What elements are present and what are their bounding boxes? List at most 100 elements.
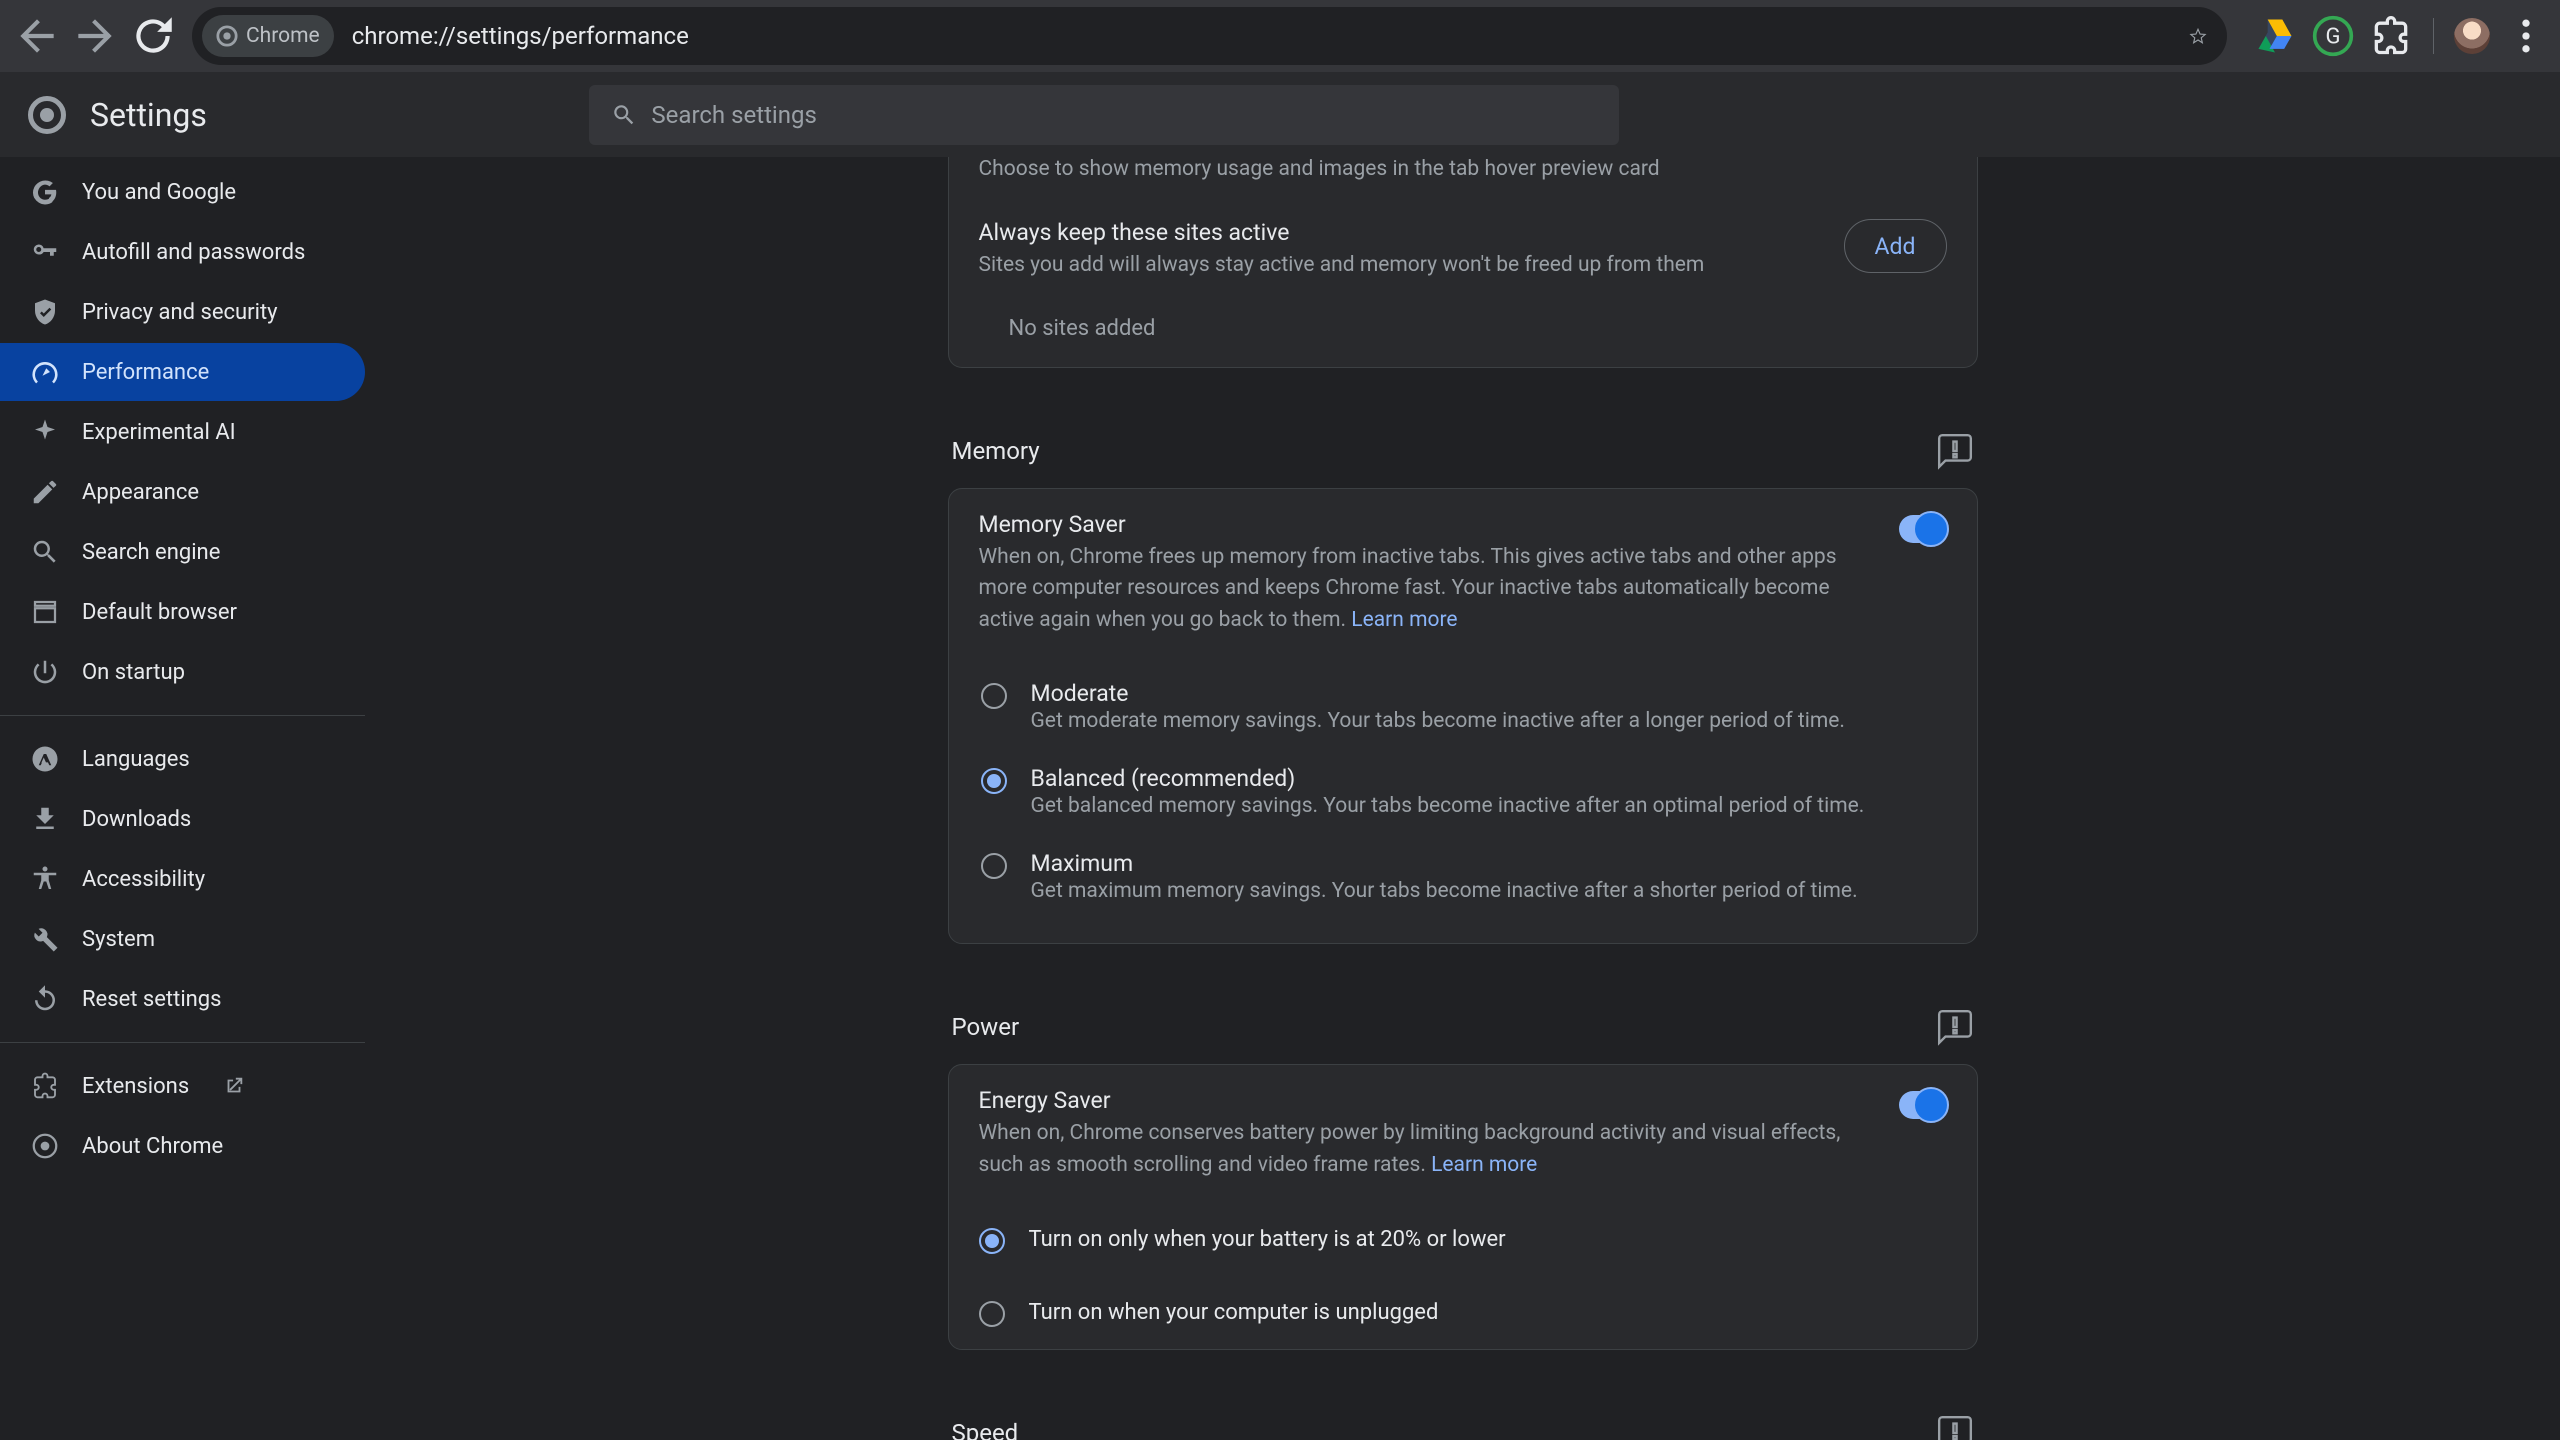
- search-icon: [611, 102, 637, 128]
- wrench-icon: [30, 924, 60, 954]
- sidebar-item-you-google[interactable]: You and Google: [0, 163, 365, 221]
- avatar[interactable]: [2454, 18, 2490, 54]
- sidebar-item-label: Privacy and security: [82, 300, 278, 325]
- kebab-menu-icon[interactable]: [2504, 14, 2548, 58]
- memory-card: Memory Saver When on, Chrome frees up me…: [948, 488, 1978, 945]
- sidebar-separator: [0, 1042, 365, 1043]
- radio-icon: [981, 683, 1007, 709]
- radio-desc: Get balanced memory savings. Your tabs b…: [1031, 794, 1865, 818]
- chrome-icon: [30, 1131, 60, 1161]
- site-chip-label: Chrome: [246, 24, 320, 48]
- forward-button[interactable]: [70, 11, 120, 61]
- radio-icon: [979, 1228, 1005, 1254]
- sidebar-item-appearance[interactable]: Appearance: [0, 463, 365, 521]
- feedback-icon[interactable]: [1936, 1008, 1974, 1046]
- external-link-icon: [223, 1075, 245, 1097]
- radio-title: Balanced (recommended): [1031, 765, 1865, 792]
- speedometer-icon: [30, 357, 60, 387]
- sidebar-item-downloads[interactable]: Downloads: [0, 790, 365, 848]
- section-memory-heading: Memory: [952, 437, 1040, 465]
- back-button[interactable]: [12, 11, 62, 61]
- sidebar-item-search-engine[interactable]: Search engine: [0, 523, 365, 581]
- memory-saver-title: Memory Saver: [979, 511, 1869, 538]
- power-card: Energy Saver When on, Chrome conserves b…: [948, 1064, 1978, 1350]
- sidebar-item-accessibility[interactable]: Accessibility: [0, 850, 365, 908]
- radio-desc: Get maximum memory savings. Your tabs be…: [1031, 879, 1858, 903]
- shield-icon: [30, 297, 60, 327]
- sidebar-item-label: Search engine: [82, 540, 220, 565]
- no-sites-text: No sites added: [949, 304, 1977, 367]
- section-power-heading: Power: [952, 1013, 1020, 1041]
- learn-more-link[interactable]: Learn more: [1431, 1153, 1537, 1177]
- search-input[interactable]: [651, 101, 1597, 129]
- sidebar-item-label: Appearance: [82, 480, 199, 505]
- search-icon: [30, 537, 60, 567]
- sidebar-item-label: Reset settings: [82, 987, 222, 1012]
- pen-icon: [30, 477, 60, 507]
- energy-saver-title: Energy Saver: [979, 1087, 1869, 1114]
- sidebar-item-label: Default browser: [82, 600, 237, 625]
- download-icon: [30, 804, 60, 834]
- sparkle-icon: [30, 417, 60, 447]
- sidebar-item-languages[interactable]: Languages: [0, 730, 365, 788]
- sidebar-item-label: System: [82, 927, 155, 952]
- tab-preview-desc: Choose to show memory usage and images i…: [949, 157, 1977, 197]
- radio-desc: Get moderate memory savings. Your tabs b…: [1031, 709, 1845, 733]
- feedback-icon[interactable]: [1936, 432, 1974, 470]
- profile-g-icon[interactable]: G: [2311, 14, 2355, 58]
- sidebar-item-default-browser[interactable]: Default browser: [0, 583, 365, 641]
- google-g-icon: [30, 177, 60, 207]
- learn-more-link[interactable]: Learn more: [1351, 608, 1457, 632]
- energy-saver-toggle[interactable]: [1899, 1091, 1947, 1119]
- reload-button[interactable]: [128, 11, 178, 61]
- memory-option-moderate[interactable]: Moderate Get moderate memory savings. Yo…: [979, 664, 1947, 749]
- add-button[interactable]: Add: [1844, 219, 1947, 273]
- search-settings[interactable]: [589, 85, 1619, 145]
- section-speed-heading: Speed: [952, 1419, 1019, 1440]
- keep-active-desc: Sites you add will always stay active an…: [979, 250, 1705, 282]
- feedback-icon[interactable]: [1936, 1414, 1974, 1440]
- page-title: Settings: [90, 96, 207, 134]
- extensions-icon[interactable]: [2369, 14, 2413, 58]
- keep-active-title: Always keep these sites active: [979, 219, 1705, 246]
- puzzle-icon: [30, 1071, 60, 1101]
- power-icon: [30, 657, 60, 687]
- sidebar-item-label: Languages: [82, 747, 190, 772]
- sidebar-item-extensions[interactable]: Extensions: [0, 1057, 365, 1115]
- radio-label: Turn on when your computer is unplugged: [1029, 1300, 1439, 1325]
- sidebar-item-about[interactable]: About Chrome: [0, 1117, 365, 1175]
- globe-icon: [30, 744, 60, 774]
- sidebar-item-exp-ai[interactable]: Experimental AI: [0, 403, 365, 461]
- sidebar-item-label: About Chrome: [82, 1134, 223, 1159]
- sidebar-item-autofill[interactable]: Autofill and passwords: [0, 223, 365, 281]
- radio-label: Turn on only when your battery is at 20%…: [1029, 1227, 1506, 1252]
- toolbar-divider: [2433, 18, 2434, 54]
- sidebar-item-reset[interactable]: Reset settings: [0, 970, 365, 1028]
- site-chip[interactable]: Chrome: [202, 15, 334, 57]
- tab-preview-card: Choose to show memory usage and images i…: [948, 157, 1978, 368]
- sidebar-item-label: Experimental AI: [82, 420, 236, 445]
- sidebar-item-label: Extensions: [82, 1074, 189, 1099]
- sidebar-item-on-startup[interactable]: On startup: [0, 643, 365, 701]
- sidebar-item-privacy[interactable]: Privacy and security: [0, 283, 365, 341]
- power-option-battery-20[interactable]: Turn on only when your battery is at 20%…: [949, 1203, 1977, 1276]
- radio-title: Maximum: [1031, 850, 1858, 877]
- radio-icon: [979, 1301, 1005, 1327]
- sidebar: You and Google Autofill and passwords Pr…: [0, 157, 365, 1440]
- memory-option-balanced[interactable]: Balanced (recommended) Get balanced memo…: [979, 749, 1947, 834]
- browser-icon: [30, 597, 60, 627]
- power-option-unplugged[interactable]: Turn on when your computer is unplugged: [949, 1276, 1977, 1349]
- chrome-icon: [216, 25, 238, 47]
- omnibox[interactable]: Chrome chrome://settings/performance: [192, 7, 2227, 65]
- sidebar-separator: [0, 715, 365, 716]
- sidebar-item-label: Performance: [82, 360, 209, 385]
- bookmark-icon[interactable]: [2189, 22, 2217, 50]
- memory-option-maximum[interactable]: Maximum Get maximum memory savings. Your…: [979, 834, 1947, 919]
- sidebar-item-performance[interactable]: Performance: [0, 343, 365, 401]
- sidebar-item-label: Autofill and passwords: [82, 240, 305, 265]
- drive-icon[interactable]: [2253, 14, 2297, 58]
- memory-saver-toggle[interactable]: [1899, 515, 1947, 543]
- energy-saver-desc: When on, Chrome conserves battery power …: [979, 1118, 1869, 1181]
- sidebar-item-system[interactable]: System: [0, 910, 365, 968]
- accessibility-icon: [30, 864, 60, 894]
